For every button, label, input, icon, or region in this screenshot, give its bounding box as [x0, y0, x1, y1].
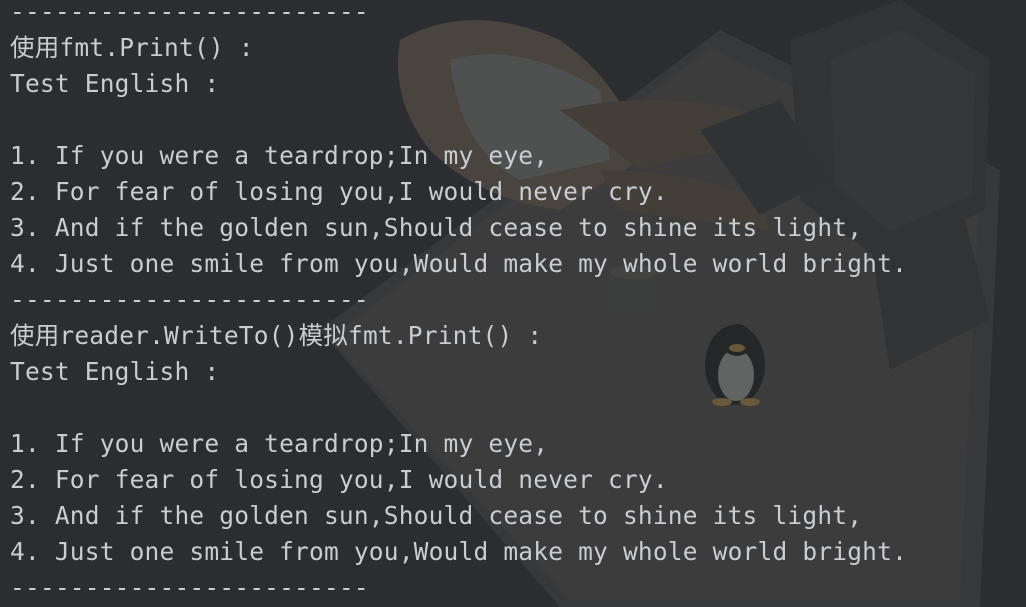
console-line: 3. And if the golden sun,Should cease to…	[10, 501, 863, 530]
console-line: 1. If you were a teardrop;In my eye,	[10, 141, 549, 170]
console-line: 3. And if the golden sun,Should cease to…	[10, 213, 863, 242]
console-line: 4. Just one smile from you,Would make my…	[10, 537, 908, 566]
console-line: 4. Just one smile from you,Would make my…	[10, 249, 908, 278]
console-line: Test English :	[10, 69, 220, 98]
console-line: 使用reader.WriteTo()模拟fmt.Print() :	[10, 321, 543, 350]
console-line: ------------------------	[10, 0, 369, 26]
console-line: ------------------------	[10, 573, 369, 602]
console-line: Test English :	[10, 357, 220, 386]
console-line: 使用fmt.Print() :	[10, 33, 254, 62]
console-line: 1. If you were a teardrop;In my eye,	[10, 429, 549, 458]
console-output-panel: ------------------------ 使用fmt.Print() : T…	[0, 0, 1026, 607]
console-line: 2. For fear of losing you,I would never …	[10, 177, 668, 206]
console-text-output: ------------------------ 使用fmt.Print() : T…	[10, 0, 1026, 606]
console-line: ------------------------	[10, 285, 369, 314]
console-line: 2. For fear of losing you,I would never …	[10, 465, 668, 494]
